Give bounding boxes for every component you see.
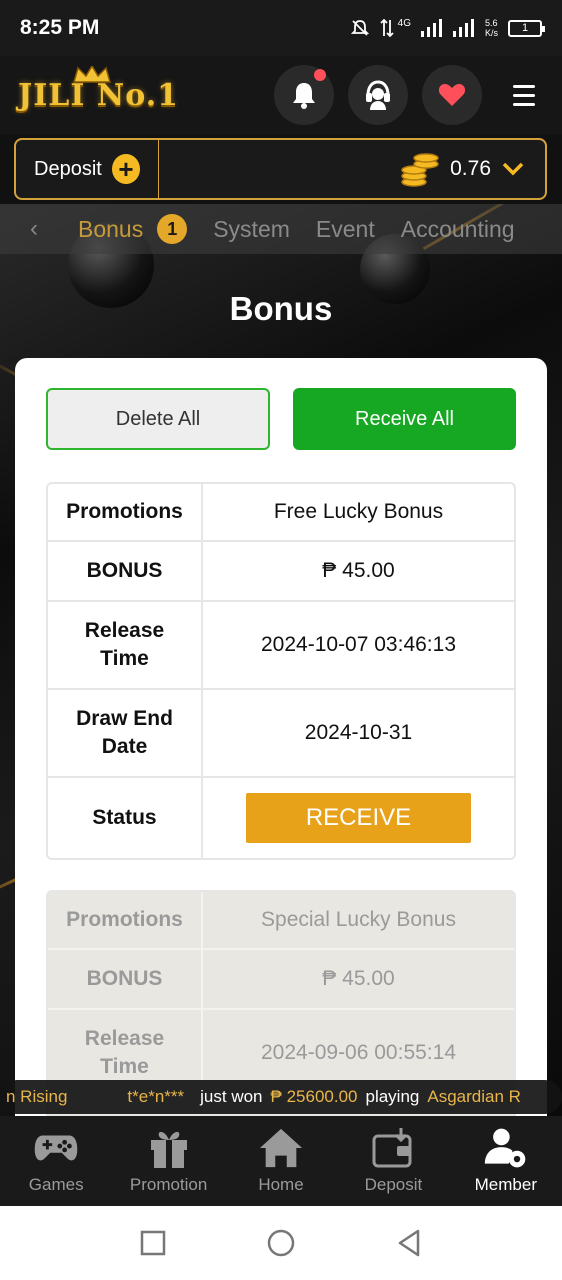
deposit-bar: Deposit + 0.76: [14, 138, 547, 200]
balance-value: 0.76: [450, 157, 491, 180]
bonus-card: Promotions Free Lucky Bonus BONUS ₱ 45.0…: [46, 482, 516, 860]
tab-system[interactable]: System: [213, 216, 290, 243]
winner-user: t*e*n***: [127, 1087, 185, 1106]
plus-icon: +: [111, 154, 140, 184]
table-row: Promotions Special Lucky Bonus: [48, 892, 514, 950]
balance-selector[interactable]: 0.76: [400, 150, 545, 188]
receive-all-button[interactable]: Receive All: [293, 388, 516, 450]
support-button[interactable]: [348, 65, 408, 125]
gift-icon: [146, 1127, 192, 1169]
win-amount: ₱ 25600.00: [270, 1087, 358, 1106]
game-name: Asgardian R: [427, 1087, 521, 1106]
promotion-name: Free Lucky Bonus: [273, 500, 444, 523]
status-time: 8:25 PM: [20, 16, 100, 39]
status-icons: 4G 5.6 K/s 1: [350, 17, 545, 38]
member-icon: [483, 1127, 529, 1169]
release-time: 2024-10-07 03:46:13: [261, 633, 456, 656]
promotion-name: Special Lucky Bonus: [261, 908, 456, 931]
table-row: Draw End Date 2024-10-31: [48, 690, 514, 778]
home-circle-icon[interactable]: [266, 1228, 296, 1258]
table-row: BONUS ₱ 45.00: [48, 542, 514, 602]
back-triangle-icon[interactable]: [396, 1229, 422, 1257]
chevron-down-icon: [502, 162, 524, 176]
delete-all-button[interactable]: Delete All: [46, 388, 270, 450]
system-nav: [0, 1206, 562, 1280]
action-row: Delete All Receive All: [46, 388, 516, 450]
wallet-icon: [370, 1127, 416, 1169]
gamepad-icon: [33, 1127, 79, 1169]
app-header: JILI No.1: [0, 56, 562, 134]
battery-icon: 1: [508, 19, 545, 37]
net-speed: 5.6 K/s: [484, 18, 498, 38]
menu-button[interactable]: [504, 84, 544, 106]
nav-member[interactable]: Member: [450, 1116, 562, 1206]
nav-deposit[interactable]: Deposit: [337, 1116, 449, 1206]
back-arrow-icon[interactable]: ‹: [30, 215, 38, 243]
nav-promotion[interactable]: Promotion: [112, 1116, 224, 1206]
bonus-amount: ₱ 45.00: [322, 559, 395, 582]
deposit-button[interactable]: Deposit +: [16, 140, 159, 198]
page-title: Bonus: [229, 290, 333, 327]
network-label: 4G: [397, 17, 411, 29]
mute-icon: [350, 20, 369, 36]
status-bar: 8:25 PM 4G 5.6 K/s 1: [0, 0, 562, 56]
table-row: Promotions Free Lucky Bonus: [48, 484, 514, 542]
notification-dot: [314, 69, 326, 81]
bottom-nav: Games Promotion Home Deposit Member: [0, 1116, 562, 1206]
recents-icon[interactable]: [140, 1230, 166, 1256]
table-row: Release Time 2024-10-07 03:46:13: [48, 602, 514, 690]
bell-icon: [293, 83, 315, 109]
table-row: BONUS ₱ 45.00: [48, 950, 514, 1010]
receive-button[interactable]: RECEIVE: [246, 793, 471, 843]
bonus-count-badge: 1: [157, 214, 188, 244]
tab-accounting[interactable]: Accounting: [401, 216, 515, 243]
header-buttons: [274, 65, 544, 125]
headset-icon: [366, 80, 390, 110]
notification-button[interactable]: [274, 65, 334, 125]
winners-marquee: n Rising t*e*n*** just won ₱ 25600.00 pl…: [0, 1080, 562, 1114]
draw-end-date: 2024-10-31: [304, 721, 413, 744]
deposit-label: Deposit: [34, 157, 102, 180]
coins-icon: [401, 153, 439, 187]
table-row: Status RECEIVE: [48, 778, 514, 858]
bonus-panel: Delete All Receive All Promotions Free L…: [15, 358, 547, 1118]
signal-icon-2: [452, 19, 474, 37]
data-arrows-icon: [380, 18, 394, 38]
bonus-amount: ₱ 45.00: [322, 967, 395, 990]
nav-home[interactable]: Home: [225, 1116, 337, 1206]
logo[interactable]: JILI No.1: [18, 65, 179, 113]
home-icon: [258, 1127, 304, 1169]
category-tabs: ‹ Bonus 1 System Event Accounting: [0, 204, 562, 254]
crown-icon: [73, 65, 111, 83]
nav-games[interactable]: Games: [0, 1116, 112, 1206]
tab-event[interactable]: Event: [316, 216, 375, 243]
signal-icon: [420, 19, 442, 37]
heart-icon: [438, 84, 466, 106]
tab-bonus[interactable]: Bonus: [78, 216, 143, 243]
favorites-button[interactable]: [422, 65, 482, 125]
